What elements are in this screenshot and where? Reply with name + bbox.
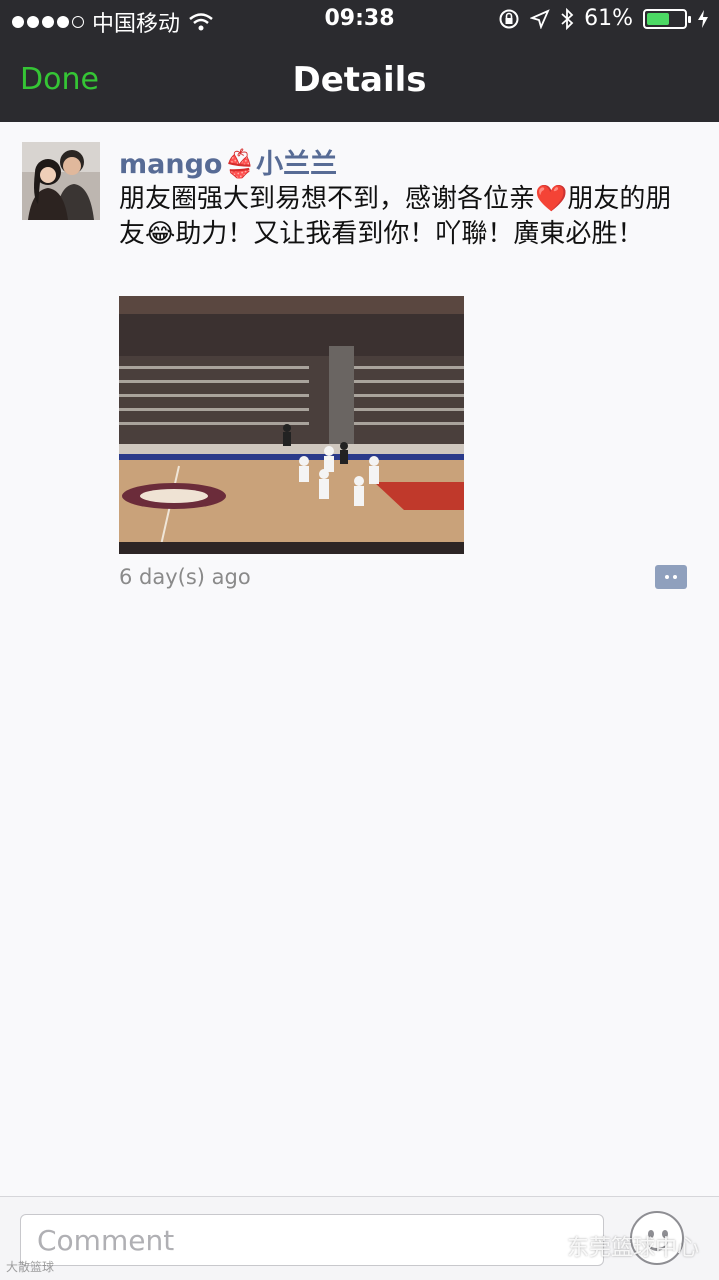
status-bar: 中国移动 09:38 61% xyxy=(0,0,719,40)
status-right: 61% xyxy=(498,6,709,31)
comment-input[interactable] xyxy=(20,1214,604,1266)
page-title: Details xyxy=(292,60,427,100)
post-photo[interactable] xyxy=(119,296,464,554)
watermark-left: 大散篮球 xyxy=(6,1260,55,1274)
post-text: 朋友圈强大到易想不到，感谢各位亲❤️朋友的朋友😂助力！又让我看到你！吖聯！廣東必… xyxy=(119,184,672,249)
top-bar: 中国移动 09:38 61% Done Details xyxy=(0,0,719,122)
battery-percent: 61% xyxy=(584,6,633,31)
lock-rotation-icon xyxy=(499,9,519,28)
post-timestamp: 6 day(s) ago xyxy=(119,565,251,589)
charging-icon xyxy=(698,9,708,28)
battery-icon xyxy=(643,8,691,29)
watermark: 东莞篮球中心 xyxy=(537,1230,699,1262)
wechat-icon xyxy=(537,1236,561,1256)
location-icon xyxy=(530,8,550,29)
post-author[interactable]: mango👙小兰兰 xyxy=(119,142,337,181)
bluetooth-icon xyxy=(561,7,574,30)
avatar[interactable] xyxy=(22,142,100,220)
comment-dots-icon[interactable] xyxy=(655,565,687,589)
watermark-text: 东莞篮球中心 xyxy=(566,1236,699,1261)
